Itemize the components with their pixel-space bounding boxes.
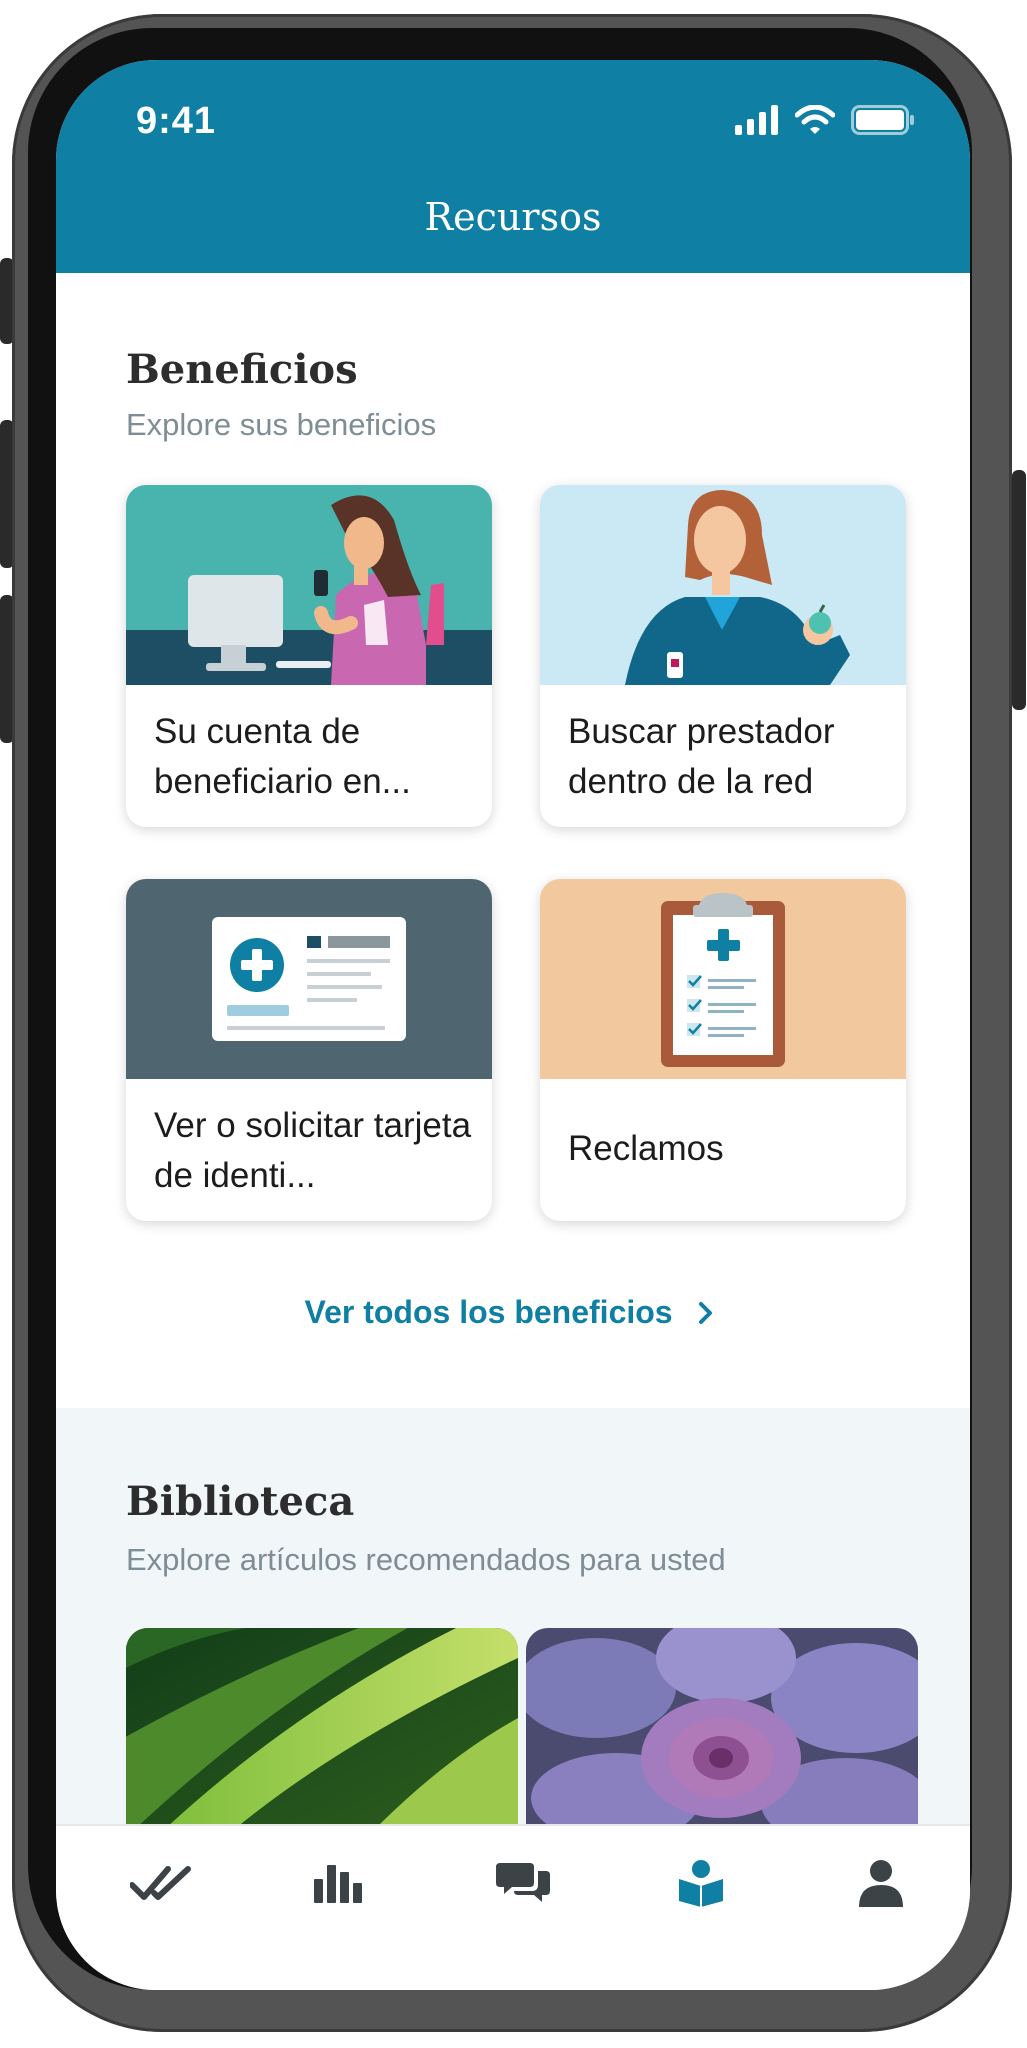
wifi-icon [795, 105, 835, 134]
see-all-benefits-label: Ver todos los beneficios [304, 1294, 673, 1331]
benefit-card-label: Su cuenta de beneficiario en... [154, 712, 411, 801]
article-card-leaves[interactable] [126, 1628, 518, 1828]
tab-progress[interactable] [304, 1848, 374, 1918]
tab-profile[interactable] [846, 1848, 916, 1918]
page-title: Recursos [424, 195, 602, 239]
green-leaves-photo [126, 1628, 518, 1828]
tab-tasks[interactable] [126, 1848, 196, 1918]
id-card-illustration [126, 879, 492, 1079]
tab-resources[interactable] [666, 1848, 736, 1918]
benefit-card-label: Buscar prestador dentro de la red [568, 712, 835, 801]
purple-succulent-photo [526, 1628, 918, 1828]
benefit-card-label: Reclamos [568, 1129, 724, 1168]
phone-screen: 9:41 Recursos Beneficios Explore sus ben… [56, 60, 970, 1990]
signal-icon [735, 105, 778, 135]
app-header: 9:41 Recursos [56, 60, 970, 273]
status-time: 9:41 [136, 100, 217, 142]
library-title: Biblioteca [126, 1478, 355, 1525]
benefits-title: Beneficios [126, 346, 358, 393]
power-button [1012, 470, 1026, 710]
status-icons [735, 102, 915, 138]
tab-bar [56, 1824, 970, 1990]
woman-at-computer-illustration [126, 485, 492, 685]
doctor-with-apple-illustration [540, 485, 906, 685]
benefits-subtitle: Explore sus beneficios [126, 407, 437, 442]
benefit-card-label: Ver o solicitar tarjeta de identi... [154, 1106, 472, 1195]
tab-messages[interactable] [488, 1848, 558, 1918]
clipboard-illustration [540, 879, 906, 1079]
library-subtitle: Explore artículos recomendados para uste… [126, 1542, 726, 1577]
see-all-benefits-link[interactable]: Ver todos los beneficios [56, 1292, 970, 1331]
chevron-right-icon [699, 1301, 713, 1324]
benefit-card-account[interactable]: Su cuenta de beneficiario en... [126, 485, 492, 827]
chat-bubbles-icon [496, 1863, 550, 1902]
book-person-icon [679, 1860, 723, 1907]
benefit-card-id-card[interactable]: Ver o solicitar tarjeta de identi... [126, 879, 492, 1221]
benefit-card-claims[interactable]: Reclamos [540, 879, 906, 1221]
battery-icon [851, 105, 914, 135]
person-icon [859, 1860, 903, 1907]
double-check-icon [130, 1866, 191, 1900]
article-card-succulent[interactable] [526, 1628, 918, 1828]
bar-chart-icon [314, 1865, 362, 1903]
benefit-card-find-provider[interactable]: Buscar prestador dentro de la red [540, 485, 906, 827]
